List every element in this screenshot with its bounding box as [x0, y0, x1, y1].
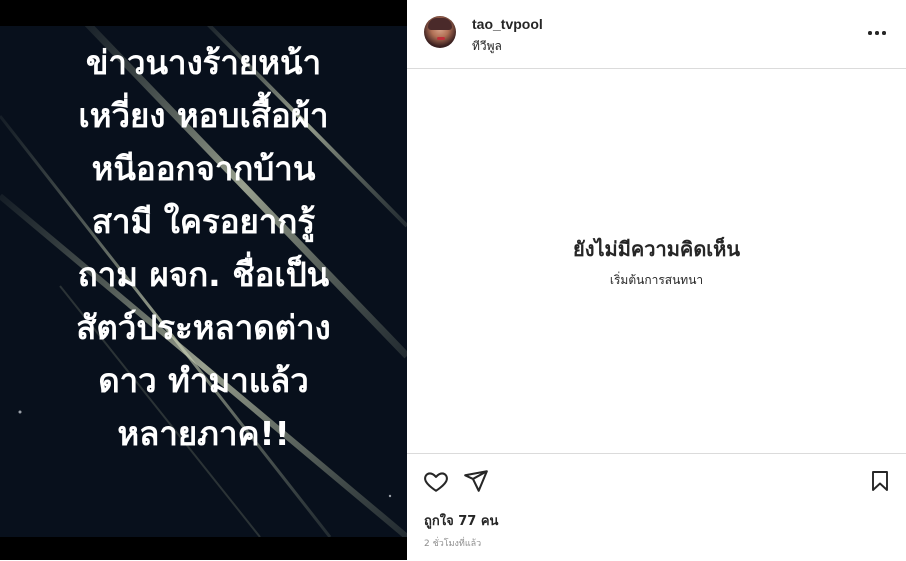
caption-line: เหวี่ยง หอบเสื้อผ้า	[78, 96, 329, 135]
bookmark-svg	[872, 471, 888, 491]
post-media: ข่าวนางร้ายหน้า เหวี่ยง หอบเสื้อผ้า หนีอ…	[0, 0, 407, 560]
paper-plane-icon[interactable]	[463, 468, 489, 494]
location-link[interactable]: ทีวีพูล	[472, 37, 502, 56]
no-comments-title: ยังไม่มีความคิดเห็น	[573, 237, 740, 261]
post-sidebar: tao_tvpool ทีวีพูล ยังไม่มีความคิดเห็น เ…	[407, 0, 906, 560]
image-caption: ข่าวนางร้ายหน้า เหวี่ยง หอบเสื้อผ้า หนีอ…	[0, 36, 407, 460]
heart-svg	[424, 472, 448, 492]
more-dot	[868, 31, 872, 35]
caption-line: หลายภาค!!	[117, 414, 290, 453]
more-options-icon[interactable]	[866, 23, 890, 43]
start-conversation-text: เริ่มต้นการสนทนา	[609, 273, 704, 287]
more-dot	[882, 31, 886, 35]
likes-count[interactable]: ถูกใจ 77 คน	[424, 510, 498, 531]
caption-line: ถาม ผจก. ชื่อเป็น	[77, 255, 330, 294]
bookmark-icon[interactable]	[868, 468, 892, 494]
username-link[interactable]: tao_tvpool	[472, 16, 543, 32]
caption-line: สามี ใครอยากรู้	[91, 202, 316, 241]
share-svg	[464, 470, 488, 492]
post-actions: ถูกใจ 77 คน 2 ชั่วโมงที่แล้ว	[407, 453, 906, 561]
post-timestamp[interactable]: 2 ชั่วโมงที่แล้ว	[424, 536, 481, 550]
avatar-lips	[437, 37, 445, 40]
caption-line: สัตว์ประหลาดต่าง	[76, 308, 331, 347]
caption-line: ดาว ทำมาแล้ว	[98, 361, 309, 400]
post-header: tao_tvpool ทีวีพูล	[407, 0, 906, 69]
post-viewer: ข่าวนางร้ายหน้า เหวี่ยง หอบเสื้อผ้า หนีอ…	[0, 0, 906, 560]
more-dot	[875, 31, 879, 35]
heart-icon[interactable]	[423, 468, 449, 494]
avatar[interactable]	[424, 16, 456, 48]
caption-line: ข่าวนางร้ายหน้า	[85, 43, 322, 82]
avatar-hair	[428, 18, 452, 30]
caption-line: หนีออกจากบ้าน	[91, 149, 316, 188]
